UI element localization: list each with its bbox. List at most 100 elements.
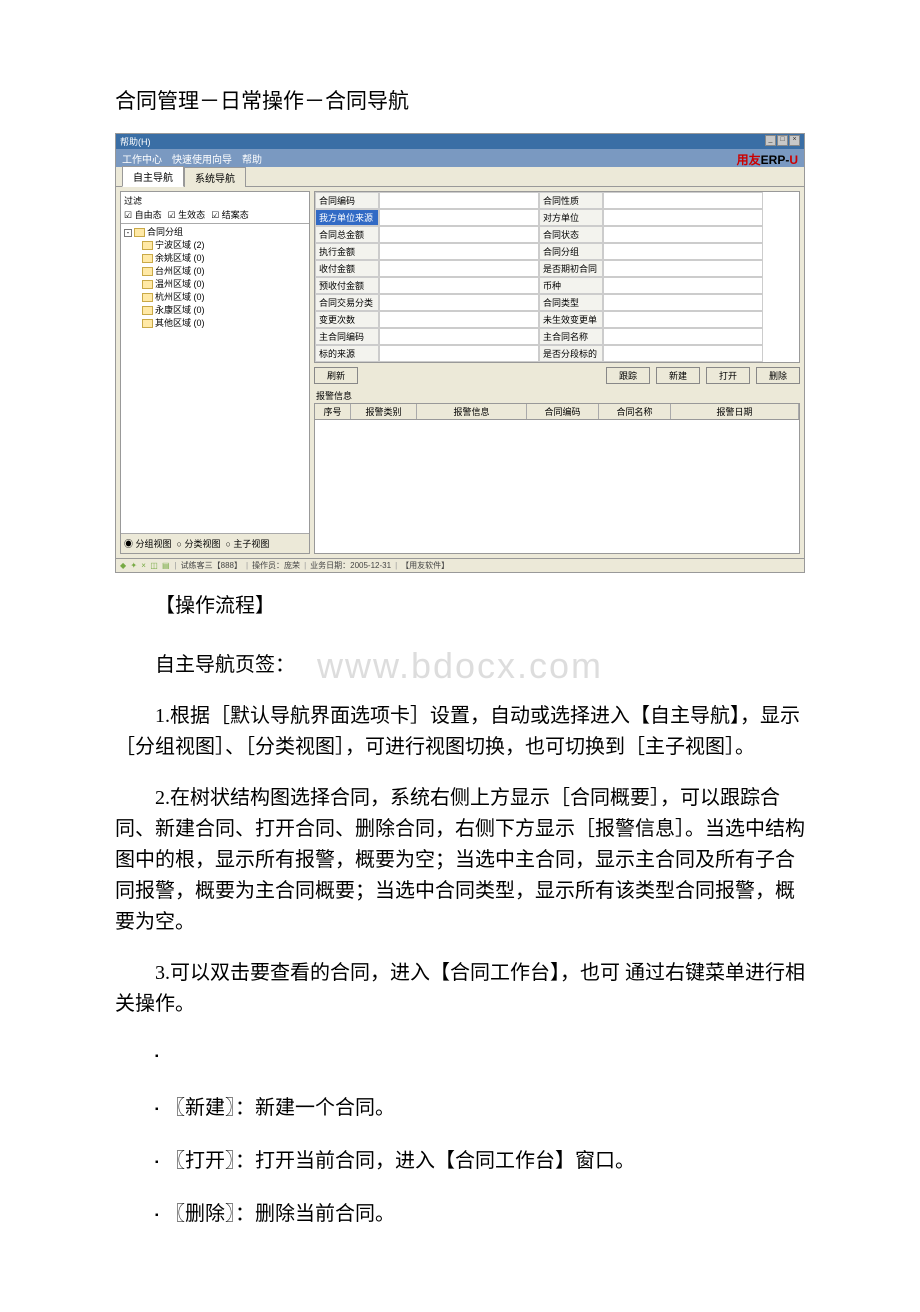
- form-value[interactable]: [379, 311, 539, 328]
- form-label: 合同类型: [539, 294, 603, 311]
- form-label: 主合同名称: [539, 328, 603, 345]
- form-label: 执行金额: [315, 243, 379, 260]
- form-label: 合同性质: [539, 192, 603, 209]
- col-alarm-class[interactable]: 报警类别: [351, 404, 417, 419]
- folder-open-icon: [134, 228, 145, 237]
- alarm-label: 报警信息: [314, 388, 800, 403]
- tree-item[interactable]: 其他区域 (0): [142, 317, 306, 330]
- col-seq[interactable]: 序号: [315, 404, 351, 419]
- tree-view[interactable]: -合同分组 宁波区域 (2) 余姚区域 (0) 台州区域 (0) 温州区域 (0…: [121, 224, 309, 533]
- open-button[interactable]: 打开: [706, 367, 750, 384]
- form-value[interactable]: [379, 345, 539, 362]
- tree-item[interactable]: 台州区域 (0): [142, 265, 306, 278]
- folder-icon: [142, 293, 153, 302]
- folder-icon: [142, 280, 153, 289]
- menubar: 工作中心 快速使用向导 帮助: [116, 149, 804, 167]
- form-value[interactable]: [379, 277, 539, 294]
- tree-item[interactable]: 宁波区域 (2): [142, 239, 306, 252]
- menu-help[interactable]: 帮助: [242, 151, 262, 166]
- delete-button[interactable]: 删除: [756, 367, 800, 384]
- form-label: 合同交易分类: [315, 294, 379, 311]
- left-panel: 过滤 ☑ 自由态 ☑ 生效态 ☑ 结案态 -合同分组 宁波区域 (2) 余姚区域…: [120, 191, 310, 554]
- app-screenshot: 帮助(H) _ □ × 工作中心 快速使用向导 帮助 用友ERP-U 自主导航 …: [115, 133, 805, 573]
- refresh-button[interactable]: 刷新: [314, 367, 358, 384]
- operation-title: 【操作流程】: [115, 591, 805, 622]
- tab-sys-nav[interactable]: 系统导航: [184, 167, 246, 187]
- form-label: 是否分段标的: [539, 345, 603, 362]
- check-free[interactable]: ☑ 自由态: [124, 208, 162, 221]
- bullet-empty: [155, 1040, 805, 1071]
- form-label: 主合同编码: [315, 328, 379, 345]
- col-contract-code[interactable]: 合同编码: [527, 404, 599, 419]
- window-titlebar: 帮助(H) _ □ ×: [116, 134, 804, 149]
- close-button[interactable]: ×: [789, 135, 800, 146]
- form-value[interactable]: [603, 294, 763, 311]
- check-final[interactable]: ☑ 结案态: [211, 208, 249, 221]
- form-value[interactable]: [379, 243, 539, 260]
- col-alarm-info[interactable]: 报警信息: [417, 404, 527, 419]
- menu-quick-nav[interactable]: 快速使用向导: [172, 151, 232, 166]
- tab-self-nav[interactable]: 自主导航: [122, 166, 184, 187]
- status-bizdate: 业务日期：2005-12-31: [310, 560, 391, 571]
- filter-label: 过滤: [124, 194, 306, 207]
- paragraph-1: 1.根据［默认导航界面选项卡］设置，自动或选择进入【自主导航】，显示［分组视图］…: [115, 701, 805, 763]
- tree-item[interactable]: 杭州区域 (0): [142, 291, 306, 304]
- form-value[interactable]: [603, 209, 763, 226]
- form-value[interactable]: [379, 209, 539, 226]
- bullet-delete: 〖删除〗：删除当前合同。: [155, 1199, 805, 1230]
- track-button[interactable]: 跟踪: [606, 367, 650, 384]
- form-value[interactable]: [603, 243, 763, 260]
- form-value[interactable]: [379, 226, 539, 243]
- radio-parent-view[interactable]: ○ 主子视图: [225, 537, 269, 550]
- form-value[interactable]: [603, 192, 763, 209]
- new-button[interactable]: 新建: [656, 367, 700, 384]
- form-label: 合同状态: [539, 226, 603, 243]
- status-account: 试练客三【888】: [181, 560, 242, 571]
- view-radio-group: ◉ 分组视图 ○ 分类视图 ○ 主子视图: [121, 533, 309, 553]
- folder-icon: [142, 267, 153, 276]
- tree-item[interactable]: 温州区域 (0): [142, 278, 306, 291]
- form-label: 对方单位: [539, 209, 603, 226]
- menu-work-center[interactable]: 工作中心: [122, 151, 162, 166]
- form-label: 未生效变更单: [539, 311, 603, 328]
- form-value[interactable]: [603, 345, 763, 362]
- status-vendor: 【用友软件】: [401, 560, 449, 571]
- button-row: 刷新 跟踪 新建 打开 删除: [314, 363, 800, 388]
- collapse-icon[interactable]: -: [124, 229, 132, 237]
- brand-logo: 用友ERP-U: [737, 151, 798, 168]
- form-value[interactable]: [379, 294, 539, 311]
- minimize-button[interactable]: _: [765, 135, 776, 146]
- form-value[interactable]: [603, 277, 763, 294]
- alarm-table[interactable]: 序号 报警类别 报警信息 合同编码 合同名称 报警日期: [314, 403, 800, 554]
- status-icons: ◆ ✦ × ◫ ▤: [120, 561, 171, 570]
- form-label: 是否期初合同: [539, 260, 603, 277]
- folder-icon: [142, 306, 153, 315]
- form-value[interactable]: [603, 311, 763, 328]
- form-label: 标的来源: [315, 345, 379, 362]
- col-alarm-date[interactable]: 报警日期: [671, 404, 799, 419]
- radio-class-view[interactable]: ○ 分类视图: [177, 537, 221, 550]
- form-value[interactable]: [603, 328, 763, 345]
- window-title-text: 帮助(H): [120, 135, 151, 148]
- paragraph-2: 2.在树状结构图选择合同，系统右侧上方显示［合同概要］，可以跟踪合同、新建合同、…: [115, 783, 805, 938]
- col-contract-name[interactable]: 合同名称: [599, 404, 671, 419]
- form-value[interactable]: [379, 328, 539, 345]
- form-label: 合同编码: [315, 192, 379, 209]
- maximize-button[interactable]: □: [777, 135, 788, 146]
- form-label: 收付金额: [315, 260, 379, 277]
- form-label: 合同总金额: [315, 226, 379, 243]
- tree-root[interactable]: -合同分组: [124, 226, 306, 239]
- status-operator: 操作员：庞荣: [252, 560, 300, 571]
- tree-item[interactable]: 永康区域 (0): [142, 304, 306, 317]
- page-title: 合同管理－日常操作－合同导航: [115, 85, 805, 115]
- tab-bar: 自主导航 系统导航: [116, 167, 804, 187]
- tree-item[interactable]: 余姚区域 (0): [142, 252, 306, 265]
- form-value[interactable]: [603, 226, 763, 243]
- form-label: 变更次数: [315, 311, 379, 328]
- folder-icon: [142, 319, 153, 328]
- check-effect[interactable]: ☑ 生效态: [168, 208, 206, 221]
- radio-group-view[interactable]: ◉ 分组视图: [124, 537, 172, 550]
- form-value[interactable]: [379, 260, 539, 277]
- form-value[interactable]: [379, 192, 539, 209]
- form-value[interactable]: [603, 260, 763, 277]
